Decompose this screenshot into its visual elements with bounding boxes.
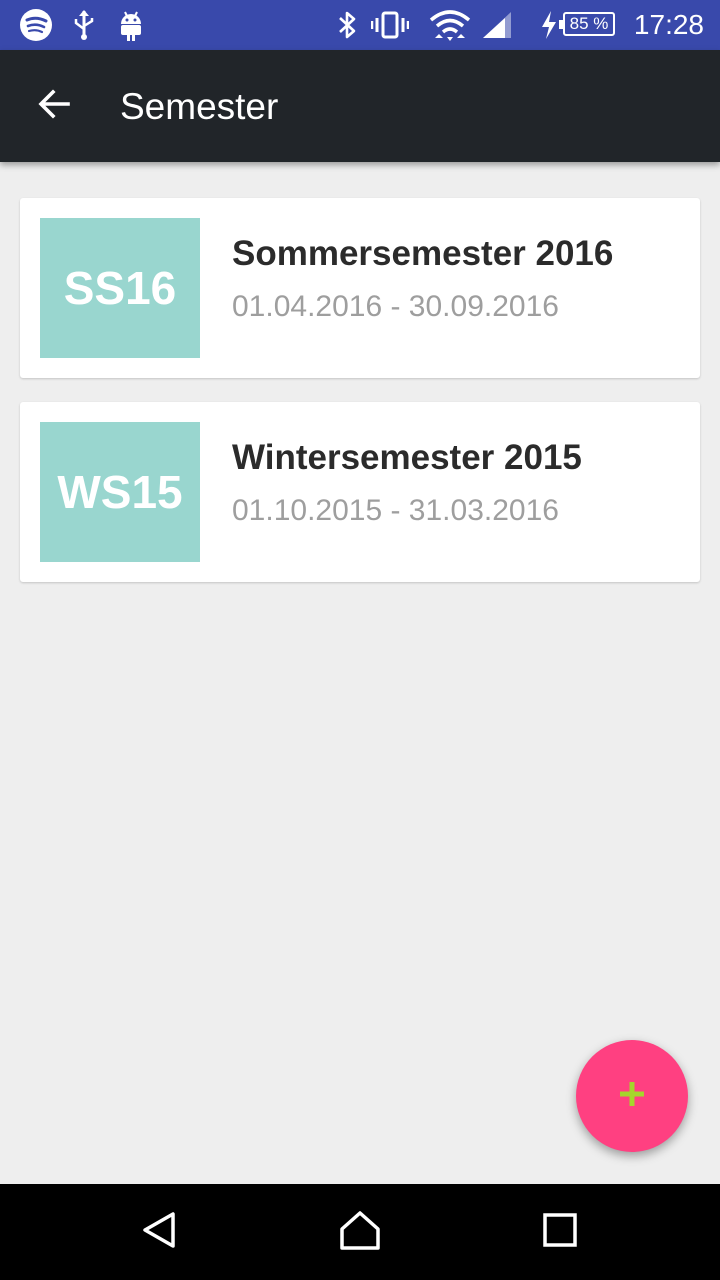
recents-icon: [542, 1212, 578, 1253]
battery-indicator: 85 %: [559, 12, 615, 36]
home-icon: [338, 1209, 382, 1256]
semester-title: Wintersemester 2015: [232, 438, 582, 477]
semester-badge: SS16: [40, 218, 200, 358]
bluetooth-icon: [334, 0, 360, 50]
add-semester-button[interactable]: [576, 1040, 688, 1152]
semester-card-ss16[interactable]: SS16 Sommersemester 2016 01.04.2016 - 30…: [20, 198, 700, 378]
signal-icon: [480, 0, 514, 50]
semester-card-ws15[interactable]: WS15 Wintersemester 2015 01.10.2015 - 31…: [20, 402, 700, 582]
wifi-icon: [428, 0, 472, 50]
charging-icon: [538, 0, 560, 50]
back-button[interactable]: [22, 74, 86, 138]
usb-icon: [70, 0, 98, 50]
semester-dates: 01.04.2016 - 30.09.2016: [232, 290, 559, 323]
vibrate-icon: [370, 0, 410, 50]
semester-title: Sommersemester 2016: [232, 234, 614, 273]
android-icon: [116, 0, 146, 50]
semester-dates: 01.10.2015 - 31.03.2016: [232, 494, 559, 527]
semester-badge: WS15: [40, 422, 200, 562]
back-triangle-icon: [140, 1210, 180, 1255]
status-time: 17:28: [633, 9, 704, 40]
nav-back-button[interactable]: [100, 1184, 220, 1280]
nav-recents-button[interactable]: [500, 1184, 620, 1280]
app-bar: Semester: [0, 50, 720, 162]
navigation-bar: [0, 1184, 720, 1280]
plus-icon: [618, 1080, 646, 1113]
spotify-icon: [18, 0, 54, 50]
page-title: Semester: [120, 86, 279, 127]
nav-home-button[interactable]: [300, 1184, 420, 1280]
status-bar: 85 % 17:28: [0, 0, 720, 50]
arrow-back-icon: [36, 86, 72, 127]
